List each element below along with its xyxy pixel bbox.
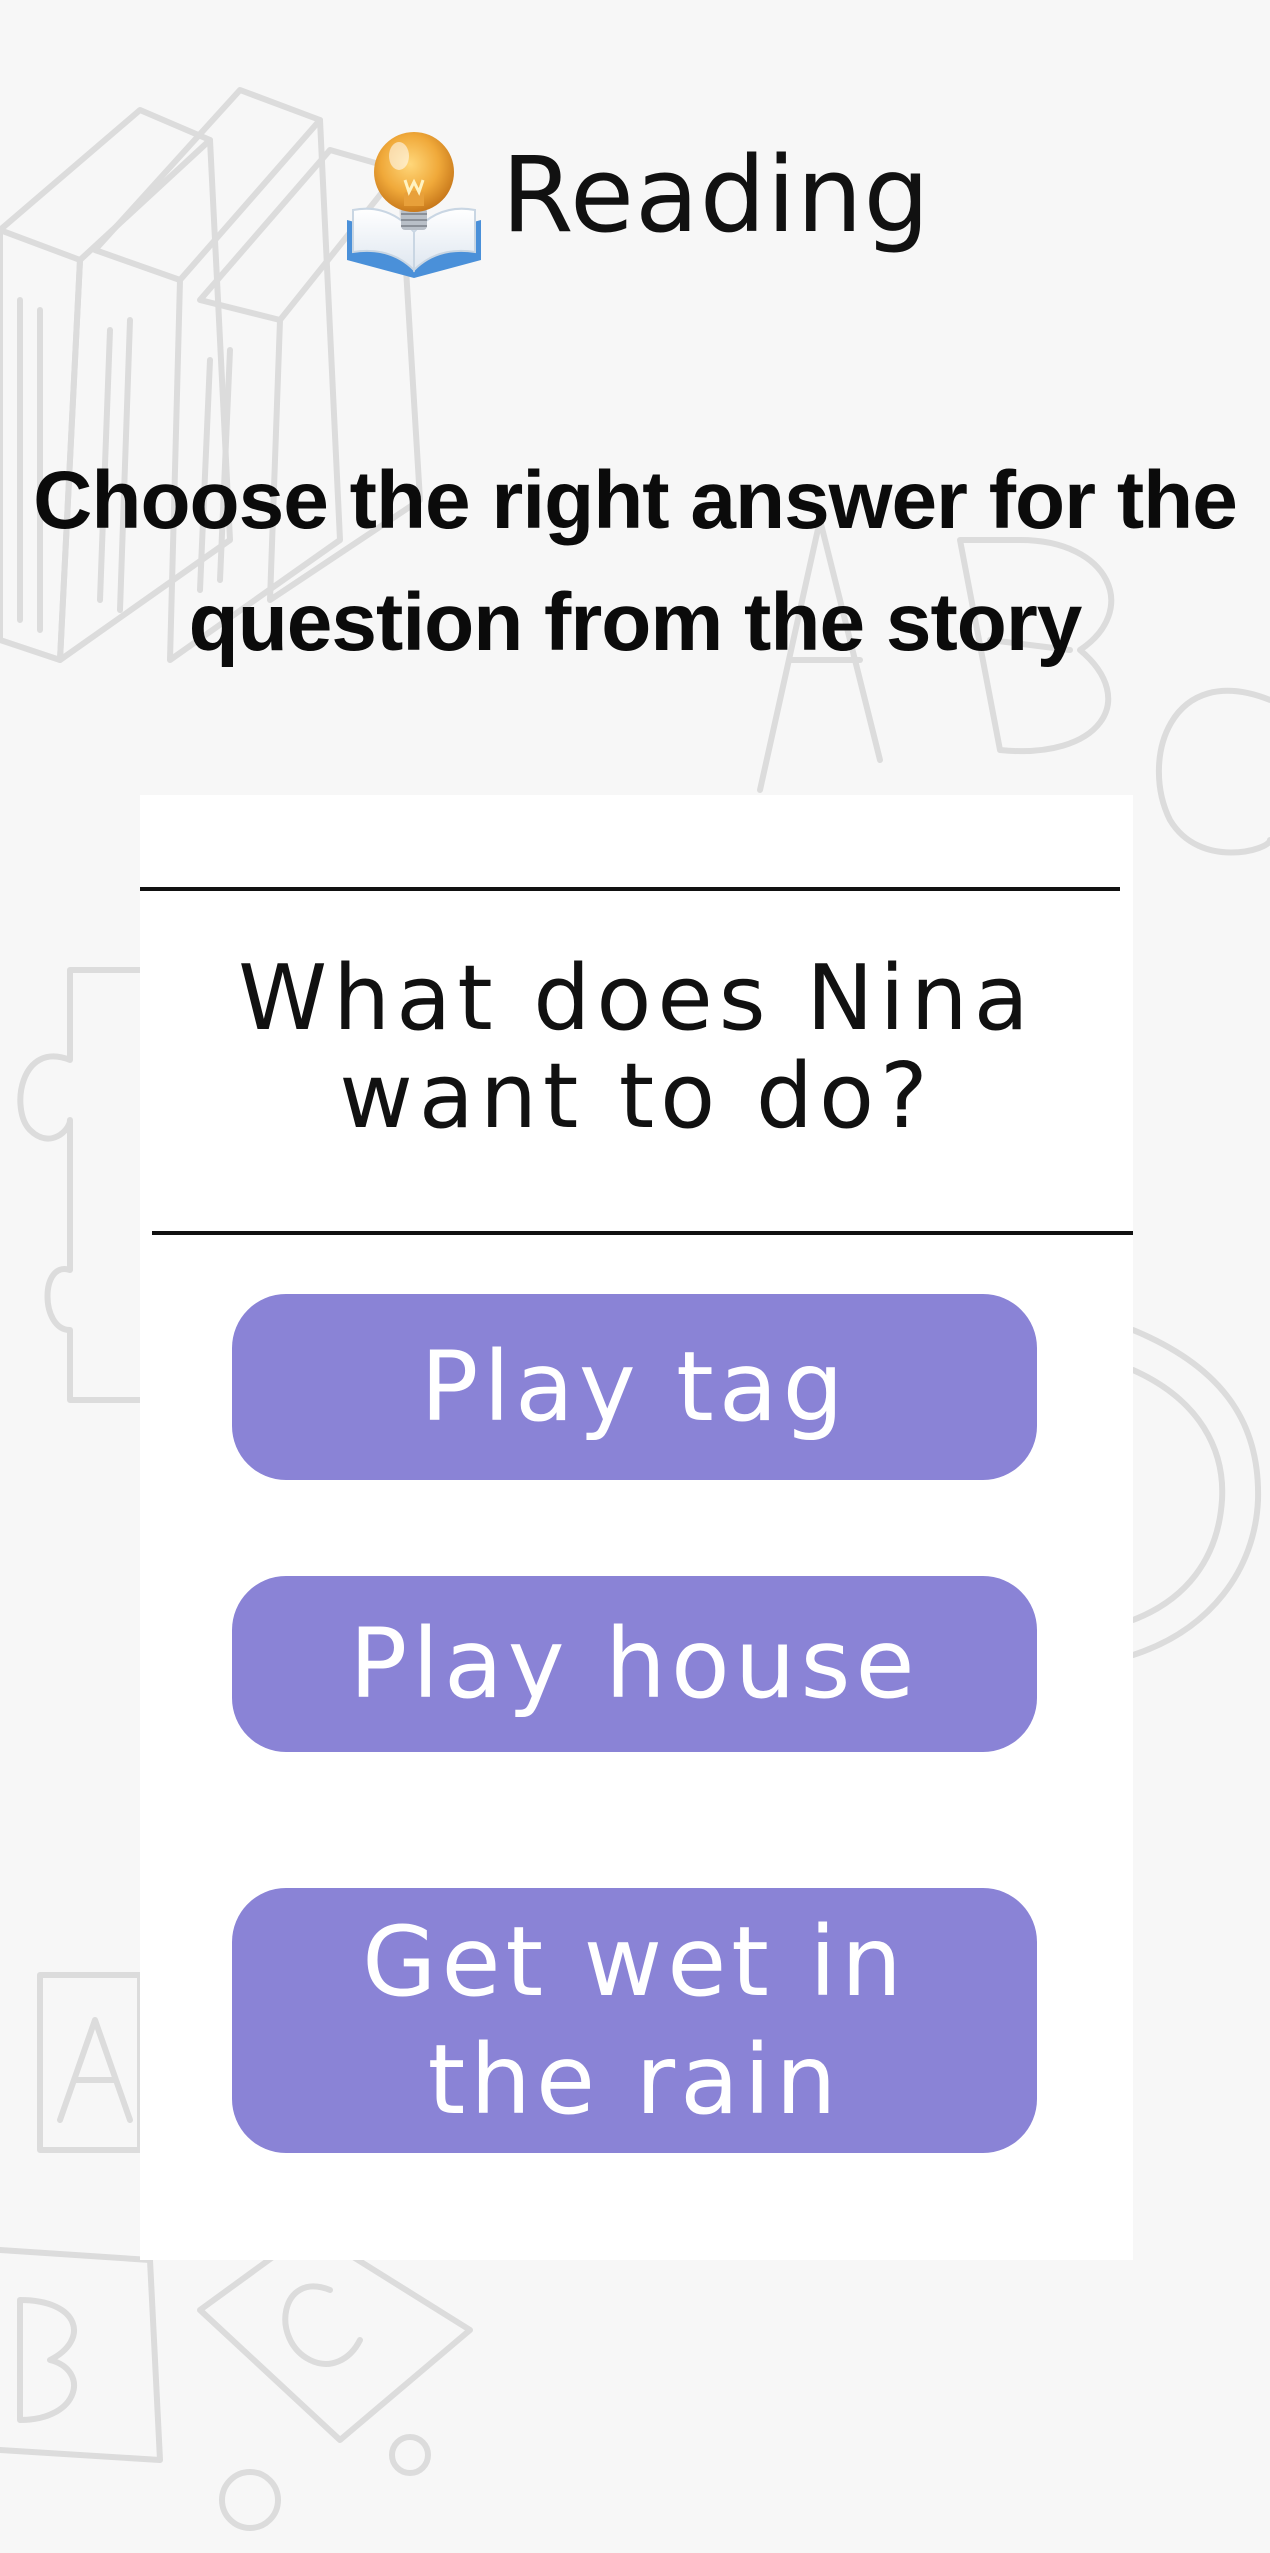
answer-button-2[interactable]: Play house — [232, 1576, 1037, 1752]
lightbulb-book-icon — [347, 132, 482, 278]
puzzle-doodle-icon — [17, 967, 143, 1403]
instruction-text: Choose the right answer for the question… — [33, 455, 1238, 668]
divider-bottom — [152, 1231, 1133, 1235]
question-card: What does Nina want to do? Play tag Play… — [140, 795, 1133, 2260]
question-text: What does Nina want to do? — [238, 946, 1035, 1149]
answer-button-3[interactable]: Get wet in the rain — [232, 1888, 1037, 2153]
divider-top — [140, 887, 1120, 891]
answer-button-1[interactable]: Play tag — [232, 1294, 1037, 1480]
answer-label: Play house — [349, 1608, 920, 1720]
app-header: Reading — [0, 110, 1270, 280]
arc-doodle-icon — [1130, 1327, 1262, 1658]
page-title: Reading — [501, 134, 931, 256]
answer-label: Play tag — [420, 1331, 849, 1443]
answer-label: Get wet in the rain — [362, 1905, 907, 2136]
